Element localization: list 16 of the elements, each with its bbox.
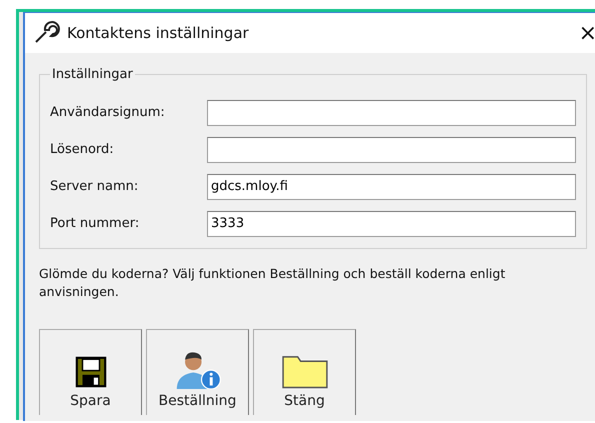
field-label: Server namn: xyxy=(50,179,140,194)
field-label: Användarsignum: xyxy=(50,105,166,120)
wrench-icon xyxy=(33,21,61,45)
window-title: Kontaktens inställningar xyxy=(67,24,250,42)
hint-text: Glömde du koderna? Välj funktionen Beställning och beställ koderna enligt anvisningen. xyxy=(39,265,506,301)
input-field[interactable] xyxy=(207,136,576,162)
field-label: Port nummer: xyxy=(50,216,140,231)
input-field[interactable] xyxy=(207,100,576,126)
input-field[interactable]: 3333 xyxy=(207,210,576,236)
close-button[interactable]: × xyxy=(578,20,595,46)
group-title: Inställningar xyxy=(51,67,134,82)
toolbar-button[interactable]: Stäng xyxy=(253,329,356,415)
field-label: Lösenord: xyxy=(50,142,115,157)
toolbar-button[interactable]: Spara xyxy=(39,329,142,415)
input-field[interactable]: gdcs.mloy.fi xyxy=(207,174,576,200)
toolbar-button[interactable]: Beställning xyxy=(146,329,249,415)
